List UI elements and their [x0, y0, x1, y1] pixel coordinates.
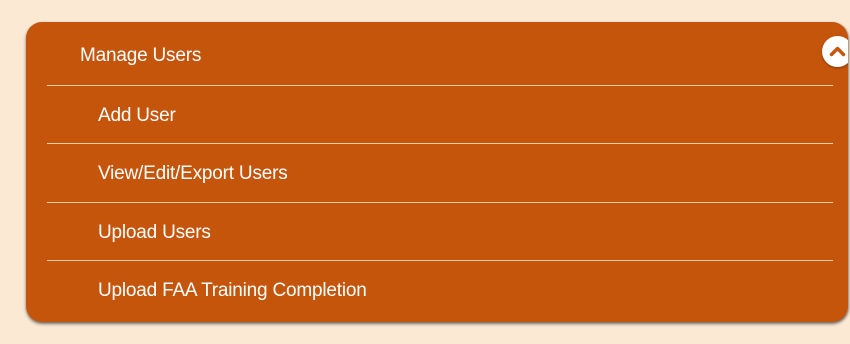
menu-item-label: View/Edit/Export Users	[98, 163, 288, 184]
collapse-toggle-button[interactable]	[822, 36, 848, 67]
manage-users-menu: Manage Users Add User View/Edit/Export U…	[26, 22, 848, 322]
menu-item-label: Upload FAA Training Completion	[98, 280, 367, 301]
menu-item-label: Upload Users	[98, 222, 211, 243]
menu-item-upload-faa-training-completion[interactable]: Upload FAA Training Completion	[26, 261, 848, 318]
menu-item-add-user[interactable]: Add User	[26, 86, 848, 143]
menu-item-upload-users[interactable]: Upload Users	[26, 203, 848, 260]
menu-title: Manage Users	[80, 45, 202, 66]
menu-item-label: Add User	[98, 105, 176, 126]
chevron-up-icon	[829, 46, 846, 57]
menu-header[interactable]: Manage Users	[26, 22, 848, 85]
menu-item-view-edit-export-users[interactable]: View/Edit/Export Users	[26, 144, 848, 201]
